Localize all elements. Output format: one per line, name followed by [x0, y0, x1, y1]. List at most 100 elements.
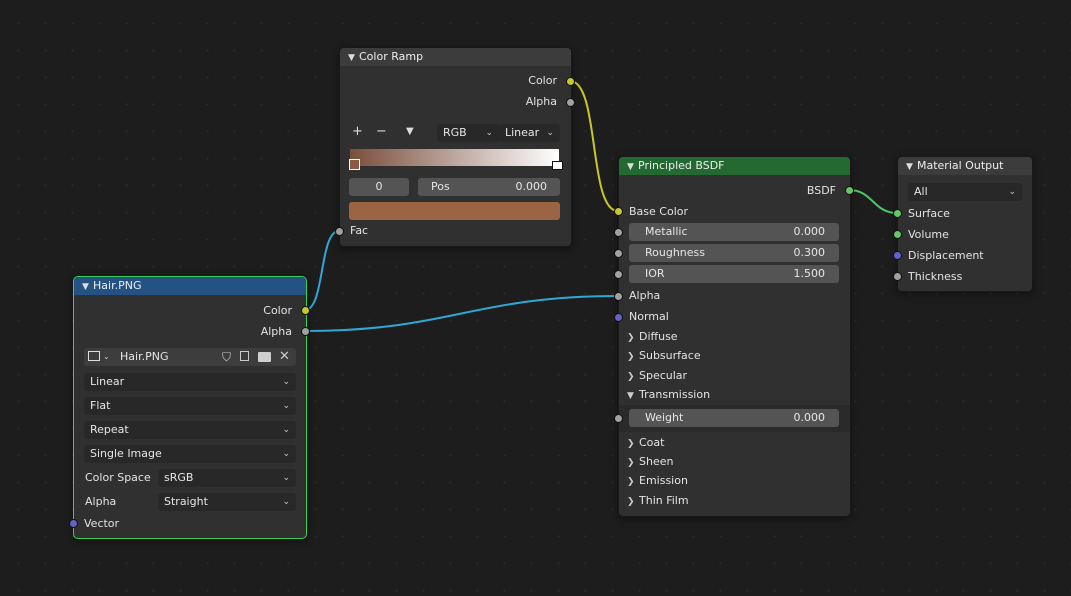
- duplicate-icon[interactable]: [240, 351, 249, 361]
- folder-icon[interactable]: [258, 352, 271, 362]
- chevron-down-icon: ⌄: [282, 473, 290, 483]
- roughness-value: 0.300: [793, 246, 826, 259]
- input-vector: Vector: [84, 517, 120, 530]
- metallic-value: 0.000: [793, 225, 826, 238]
- panel-label: Subsurface: [639, 349, 701, 362]
- chevron-down-icon: ⌄: [546, 128, 554, 138]
- color-mode-dropdown[interactable]: RGB ⌄: [437, 124, 499, 142]
- stop-index-field[interactable]: 0: [349, 178, 409, 196]
- transmission-weight-socket[interactable]: [614, 414, 623, 423]
- ior-socket[interactable]: [614, 270, 623, 279]
- ramp-menu-chevron-icon[interactable]: ▼: [406, 126, 414, 137]
- color-space-dropdown[interactable]: sRGB ⌄: [158, 469, 296, 487]
- stop-position-field[interactable]: Pos 0.000: [418, 178, 560, 196]
- image-browse-icon[interactable]: [88, 351, 100, 361]
- input-displacement: Displacement: [908, 249, 984, 262]
- image-name: Hair.PNG: [120, 350, 169, 363]
- panel-thin-film[interactable]: ❯ Thin Film: [627, 491, 689, 510]
- chevron-down-icon: ⌄: [103, 352, 110, 361]
- close-icon[interactable]: ✕: [279, 348, 290, 366]
- input-volume: Volume: [908, 228, 949, 241]
- render-target-dropdown[interactable]: All ⌄: [908, 183, 1022, 201]
- material-output-header[interactable]: ▼ Material Output: [898, 157, 1032, 175]
- collapse-chevron-icon[interactable]: ▼: [82, 278, 93, 296]
- gradient-bar[interactable]: [350, 149, 559, 166]
- extension-dropdown[interactable]: Repeat ⌄: [84, 421, 296, 439]
- panel-label: Thin Film: [639, 494, 689, 507]
- alpha-socket[interactable]: [614, 292, 623, 301]
- panel-specular[interactable]: ❯ Specular: [627, 366, 687, 385]
- image-color-socket[interactable]: [301, 306, 310, 315]
- surface-socket[interactable]: [893, 209, 902, 218]
- principled-bsdf-header[interactable]: ▼ Principled BSDF: [619, 157, 850, 175]
- color-stop-right[interactable]: [552, 161, 563, 170]
- image-texture-header[interactable]: ▼ Hair.PNG: [74, 277, 306, 295]
- alpha-label: Alpha: [85, 495, 117, 508]
- output-alpha: Alpha: [260, 325, 292, 338]
- ior-field[interactable]: IOR 1.500: [629, 265, 839, 283]
- panel-sheen[interactable]: ❯ Sheen: [627, 452, 673, 471]
- alpha-mode-dropdown[interactable]: Straight ⌄: [158, 493, 296, 511]
- volume-socket[interactable]: [893, 230, 902, 239]
- stop-color-swatch[interactable]: [349, 202, 560, 220]
- roughness-label: Roughness: [645, 246, 706, 259]
- image-alpha-socket[interactable]: [301, 327, 310, 336]
- chevron-down-icon: ⌄: [282, 425, 290, 435]
- transmission-weight-field[interactable]: Weight 0.000: [629, 409, 839, 427]
- weight-value: 0.000: [793, 411, 826, 424]
- collapse-chevron-icon[interactable]: ▼: [627, 158, 638, 176]
- panel-subsurface[interactable]: ❯ Subsurface: [627, 346, 701, 365]
- panel-label: Sheen: [639, 455, 674, 468]
- image-vector-socket[interactable]: [69, 519, 78, 528]
- panel-label: Specular: [639, 369, 688, 382]
- metallic-socket[interactable]: [614, 228, 623, 237]
- projection-dropdown[interactable]: Flat ⌄: [84, 397, 296, 415]
- panel-coat[interactable]: ❯ Coat: [627, 433, 664, 452]
- color-ramp-fac-socket[interactable]: [335, 227, 344, 236]
- shield-icon[interactable]: ⛉: [222, 348, 231, 366]
- color-ramp-color-socket[interactable]: [566, 77, 575, 86]
- metallic-label: Metallic: [645, 225, 688, 238]
- thickness-socket[interactable]: [893, 272, 902, 281]
- node-title: Hair.PNG: [93, 279, 142, 292]
- chevron-down-icon: ⌄: [282, 497, 290, 507]
- material-output-node[interactable]: ▼ Material Output All ⌄ Surface Volume Dis…: [897, 156, 1033, 292]
- link-color-to-basecolor: [569, 80, 619, 212]
- principled-bsdf-node[interactable]: ▼ Principled BSDF BSDF Base Color Metalli…: [618, 156, 851, 517]
- chevron-down-icon: ▼: [627, 391, 634, 401]
- interpolation-dropdown[interactable]: Linear ⌄: [84, 373, 296, 391]
- interpolation-dropdown[interactable]: Linear ⌄: [499, 124, 560, 142]
- image-selector[interactable]: ⌄ Hair.PNG ⛉ ✕: [84, 348, 296, 366]
- collapse-chevron-icon[interactable]: ▼: [906, 158, 917, 176]
- projection-value: Flat: [90, 399, 111, 412]
- panel-emission[interactable]: ❯ Emission: [627, 471, 688, 490]
- chevron-down-icon: ⌄: [485, 128, 493, 138]
- color-ramp-alpha-socket[interactable]: [566, 98, 575, 107]
- roughness-socket[interactable]: [614, 249, 623, 258]
- color-ramp-header[interactable]: ▼ Color Ramp: [340, 48, 571, 66]
- base-color-socket[interactable]: [614, 207, 623, 216]
- panel-diffuse[interactable]: ❯ Diffuse: [627, 327, 678, 346]
- source-dropdown[interactable]: Single Image ⌄: [84, 445, 296, 463]
- image-texture-node[interactable]: ▼ Hair.PNG Color Alpha ⌄ Hair.PNG ⛉ ✕ Lin…: [73, 276, 307, 539]
- color-stop-left[interactable]: [349, 159, 360, 170]
- add-stop-icon[interactable]: +: [352, 124, 363, 139]
- color-ramp-node[interactable]: ▼ Color Ramp Color Alpha + − ▼ RGB ⌄ Linea…: [339, 47, 572, 247]
- collapse-chevron-icon[interactable]: ▼: [348, 49, 359, 67]
- metallic-slider[interactable]: Metallic 0.000: [629, 223, 839, 241]
- roughness-slider[interactable]: Roughness 0.300: [629, 244, 839, 262]
- interpolation-value: Linear: [90, 375, 125, 388]
- output-alpha: Alpha: [525, 95, 557, 108]
- remove-stop-icon[interactable]: −: [376, 124, 387, 139]
- node-title: Color Ramp: [359, 50, 424, 63]
- panel-transmission[interactable]: ▼ Transmission: [627, 385, 710, 404]
- chevron-down-icon: ⌄: [282, 377, 290, 387]
- bsdf-output-socket[interactable]: [845, 186, 854, 195]
- chevron-right-icon: ❯: [627, 352, 635, 362]
- node-title: Principled BSDF: [638, 159, 725, 172]
- color-space-label: Color Space: [85, 471, 151, 484]
- normal-socket[interactable]: [614, 313, 623, 322]
- displacement-socket[interactable]: [893, 251, 902, 260]
- link-bsdf-to-surface: [848, 189, 898, 214]
- pos-label: Pos: [431, 180, 450, 193]
